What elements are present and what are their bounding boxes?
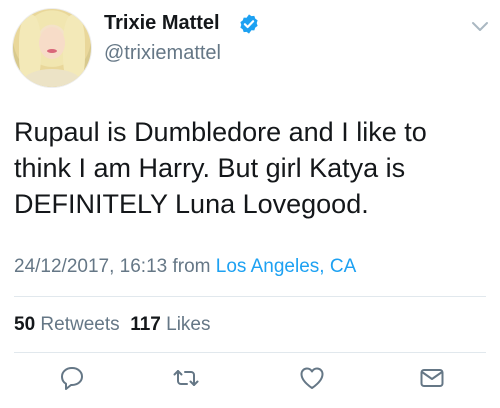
- avatar-coat: [23, 69, 81, 87]
- divider: [14, 352, 486, 353]
- heart-icon[interactable]: [298, 364, 326, 392]
- retweets-count: 50: [14, 314, 36, 335]
- user-name[interactable]: Trixie Mattel: [104, 12, 220, 35]
- likes-count: 117: [130, 314, 161, 335]
- retweet-icon[interactable]: [172, 364, 200, 392]
- likes-label: Likes: [166, 314, 211, 335]
- envelope-icon[interactable]: [418, 364, 446, 392]
- retweets-label: Retweets: [40, 314, 120, 335]
- from-label: from: [172, 256, 211, 277]
- tweet-meta: 24/12/2017, 16:13 from Los Angeles, CA: [14, 256, 356, 278]
- tweet-text: Rupaul is Dumbledore and I like to think…: [14, 117, 427, 219]
- tweet-timestamp[interactable]: 24/12/2017, 16:13: [14, 256, 167, 277]
- verified-badge-icon: [240, 14, 258, 34]
- chevron-down-icon[interactable]: [470, 20, 490, 34]
- tweet-location-link[interactable]: Los Angeles, CA: [216, 256, 356, 277]
- tweet-actions: [0, 364, 500, 394]
- avatar[interactable]: [12, 8, 92, 88]
- avatar-face: [39, 27, 65, 59]
- divider: [14, 296, 486, 297]
- likes-stat[interactable]: 117 Likes: [130, 314, 210, 335]
- reply-icon[interactable]: [58, 364, 86, 392]
- retweets-stat[interactable]: 50 Retweets: [14, 314, 120, 335]
- tweet-card: Trixie Mattel @trixiemattel Rupaul is Du…: [0, 0, 500, 408]
- avatar-lips: [47, 49, 57, 53]
- user-handle[interactable]: @trixiemattel: [104, 42, 221, 65]
- tweet-stats: 50 Retweets 117 Likes: [14, 314, 210, 336]
